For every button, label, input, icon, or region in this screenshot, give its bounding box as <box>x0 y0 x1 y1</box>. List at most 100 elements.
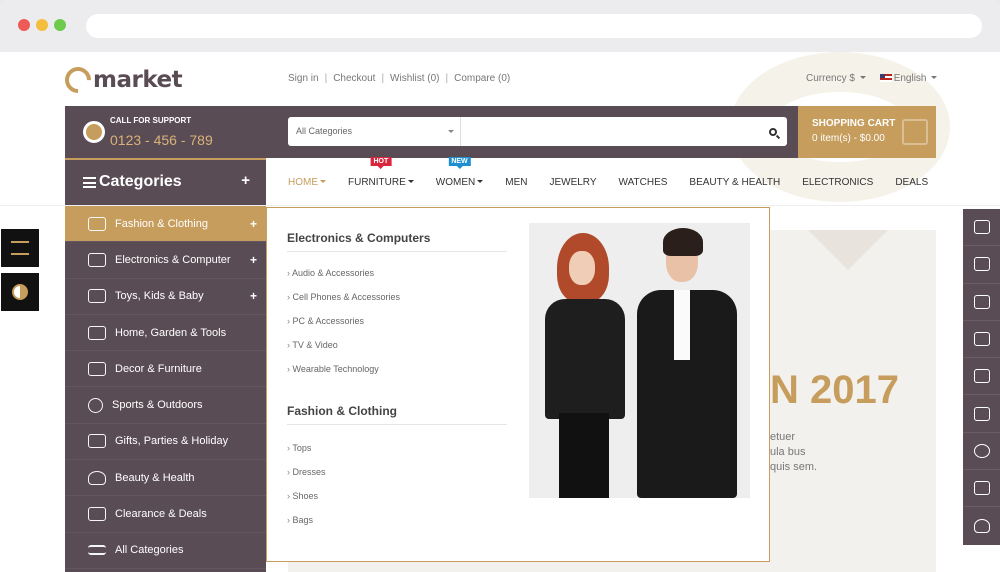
header-bar: CALL FOR SUPPORT 0123 - 456 - 789 All Ca… <box>65 106 798 158</box>
gift-icon <box>88 434 106 449</box>
mega-link[interactable]: Shoes <box>287 491 326 515</box>
minimize-window-button[interactable] <box>36 19 48 31</box>
nav-home[interactable]: HOME <box>288 177 326 188</box>
nav-women[interactable]: NEW WOMEN <box>436 156 484 188</box>
model-hair <box>663 228 703 256</box>
shopping-cart[interactable]: SHOPPING CART 0 item(s) - $0.00 <box>798 106 936 158</box>
quick-sports[interactable] <box>963 433 1000 471</box>
quick-electronics[interactable] <box>963 284 1000 321</box>
banner-text-line: quis sem. <box>770 461 818 473</box>
nav-men[interactable]: MEN <box>505 177 527 188</box>
category-label: Beauty & Health <box>115 471 195 484</box>
nav-furniture[interactable]: HOT FURNITURE <box>348 156 414 188</box>
shopping-bag-icon <box>902 119 928 145</box>
search-button[interactable] <box>759 117 787 146</box>
maximize-window-button[interactable] <box>54 19 66 31</box>
category-item-sports[interactable]: Sports & Outdoors <box>65 387 266 424</box>
nav-label: HOME <box>288 176 318 188</box>
separator: | <box>324 73 328 84</box>
support-title: CALL FOR SUPPORT <box>110 116 192 125</box>
new-badge: NEW <box>448 156 471 169</box>
category-item-fashion[interactable]: Fashion & Clothing + <box>65 206 266 243</box>
mega-menu: Electronics & Computers Audio & Accessor… <box>266 207 770 562</box>
chevron-down-icon <box>320 179 326 186</box>
category-item-clearance[interactable]: Clearance & Deals <box>65 496 266 533</box>
separator: | <box>445 73 449 84</box>
quick-fashion[interactable] <box>963 246 1000 284</box>
checkout-link[interactable]: Checkout <box>333 73 375 84</box>
tag-icon <box>88 507 106 522</box>
model-jacket <box>545 299 625 419</box>
model-legs <box>559 413 609 498</box>
mega-group-title[interactable]: Fashion & Clothing <box>287 404 507 425</box>
mega-group-links: Tops Dresses Shoes Bags <box>287 443 326 539</box>
list-icon <box>88 545 106 556</box>
hot-badge: HOT <box>370 156 392 169</box>
category-item-beauty[interactable]: Beauty & Health <box>65 460 266 497</box>
quick-furniture[interactable] <box>963 395 1000 433</box>
search-category-select[interactable]: All Categories <box>288 117 461 146</box>
compare-link[interactable]: Compare (0) <box>454 73 510 84</box>
mega-link[interactable]: Cell Phones & Accessories <box>287 292 401 316</box>
quick-beauty[interactable] <box>963 507 1000 544</box>
mega-link[interactable]: Dresses <box>287 467 326 491</box>
category-item-toys[interactable]: Toys, Kids & Baby + <box>65 279 266 315</box>
nav-label: FURNITURE <box>348 176 406 188</box>
categories-title: Categories <box>99 173 182 190</box>
language-dropdown[interactable]: English <box>879 73 938 84</box>
quick-tag[interactable] <box>963 209 1000 247</box>
category-label: Toys, Kids & Baby <box>115 290 204 303</box>
category-item-home-garden[interactable]: Home, Garden & Tools <box>65 315 266 352</box>
theme-toggle[interactable] <box>1 273 39 311</box>
nav-beauty-health[interactable]: BEAUTY & HEALTH <box>689 177 780 188</box>
baby-icon <box>88 289 106 304</box>
mega-link[interactable]: Tops <box>287 443 326 467</box>
chevron-down-icon <box>407 179 414 186</box>
shirt-icon <box>88 216 106 231</box>
category-item-decor[interactable]: Decor & Furniture <box>65 351 266 388</box>
model-shirt <box>674 290 690 360</box>
model-woman <box>539 233 634 498</box>
nav-watches[interactable]: WATCHES <box>619 177 668 188</box>
quick-home[interactable] <box>963 358 1000 396</box>
nav-electronics[interactable]: ELECTRONICS <box>802 177 873 188</box>
plus-icon: + <box>249 252 257 267</box>
quick-gifts[interactable] <box>963 470 1000 508</box>
category-label: Gifts, Parties & Holiday <box>115 435 229 448</box>
close-window-button[interactable] <box>18 19 30 31</box>
nav-deals[interactable]: DEALS <box>895 177 928 188</box>
mega-link[interactable]: Audio & Accessories <box>287 268 400 292</box>
category-item-gifts[interactable]: Gifts, Parties & Holiday <box>65 424 266 461</box>
nav-jewelry[interactable]: JEWELRY <box>549 177 596 188</box>
signin-link[interactable]: Sign in <box>288 73 319 84</box>
category-label: Clearance & Deals <box>115 508 207 521</box>
shirt-icon <box>973 257 990 272</box>
heart-icon <box>973 519 990 534</box>
category-item-electronics[interactable]: Electronics & Computer + <box>65 242 266 279</box>
address-bar[interactable] <box>86 14 982 38</box>
mega-link[interactable]: Bags <box>287 515 326 539</box>
hamburger-icon <box>83 177 96 188</box>
settings-toggle[interactable] <box>1 229 39 267</box>
site-logo[interactable]: market <box>59 61 183 99</box>
category-label: Electronics & Computer <box>115 253 231 266</box>
mega-link[interactable]: TV & Video <box>287 340 400 364</box>
currency-label: Currency $ <box>806 73 855 84</box>
quick-baby[interactable] <box>963 321 1000 359</box>
category-item-all[interactable]: All Categories <box>65 533 266 569</box>
category-label: All Categories <box>115 544 184 557</box>
chevron-down-icon <box>859 76 866 82</box>
category-list: Fashion & Clothing + Electronics & Comput… <box>65 206 266 572</box>
categories-header[interactable]: Categories + <box>65 158 266 206</box>
mega-link[interactable]: Wearable Technology <box>287 364 400 388</box>
search-input[interactable] <box>461 117 759 146</box>
currency-dropdown[interactable]: Currency $ <box>806 73 866 84</box>
mega-group-title[interactable]: Electronics & Computers <box>287 231 507 252</box>
mega-link[interactable]: PC & Accessories <box>287 316 400 340</box>
fashion-promo-image[interactable] <box>529 223 750 498</box>
expand-icon: + <box>241 172 250 189</box>
wishlist-link[interactable]: Wishlist (0) <box>390 73 439 84</box>
roller-icon <box>973 369 990 384</box>
model-man <box>629 228 744 498</box>
support-phone[interactable]: 0123 - 456 - 789 <box>110 132 213 148</box>
